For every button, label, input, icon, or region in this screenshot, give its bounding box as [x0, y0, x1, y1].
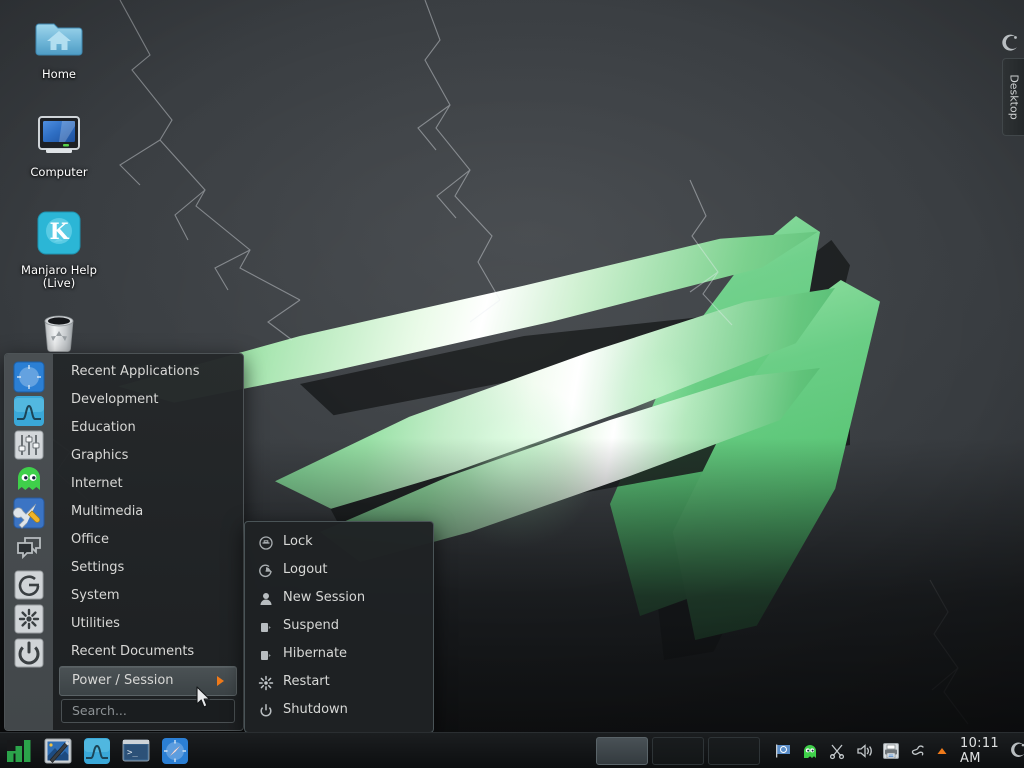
- home-folder-icon: [32, 10, 86, 64]
- menu-item-utilities[interactable]: Utilities: [53, 610, 243, 638]
- power-session-submenu[interactable]: Lock Logout New Session Suspend Hibernat: [244, 521, 434, 733]
- desktop-icon-label: Manjaro Help (Live): [5, 264, 113, 290]
- terminal-launcher[interactable]: >_: [121, 736, 151, 766]
- trash-bin-icon: [32, 304, 86, 358]
- menu-item-graphics[interactable]: Graphics: [53, 442, 243, 470]
- submenu-item-label: Restart: [283, 674, 330, 689]
- menu-item-settings[interactable]: Settings: [53, 554, 243, 582]
- submenu-item-label: Logout: [283, 562, 328, 577]
- printer-icon[interactable]: [882, 742, 900, 760]
- menu-item-education[interactable]: Education: [53, 414, 243, 442]
- submenu-item-suspend[interactable]: Suspend: [245, 612, 433, 640]
- clipboard-scissors-icon[interactable]: [828, 742, 846, 760]
- svg-text:K: K: [49, 219, 69, 245]
- plasma-cashew-icon[interactable]: [1009, 742, 1024, 760]
- web-browser-compass-icon[interactable]: [12, 360, 46, 394]
- menu-item-development[interactable]: Development: [53, 386, 243, 414]
- manjaro-menu-button[interactable]: [4, 736, 34, 766]
- wireshark-launcher[interactable]: [82, 736, 112, 766]
- submenu-item-new-session[interactable]: New Session: [245, 584, 433, 612]
- menu-sidebar-strip[interactable]: [5, 354, 53, 730]
- image-editor-launcher[interactable]: [43, 736, 73, 766]
- keyboard-layout-flag-icon[interactable]: [774, 742, 792, 760]
- desktop-icon-label-line1: Manjaro Help: [21, 263, 97, 277]
- desktop-background[interactable]: Home Computer K Manjaro Help (Live) Desk…: [0, 0, 1024, 768]
- settings-sliders-icon[interactable]: [12, 428, 46, 462]
- task-button[interactable]: [708, 736, 760, 765]
- desktop-icon-home[interactable]: Home: [5, 10, 113, 81]
- wireshark-wave-icon[interactable]: [12, 394, 46, 428]
- desktop-icon-label: Home: [42, 67, 76, 81]
- shutdown-power-icon: [258, 702, 274, 718]
- volume-speaker-icon[interactable]: [855, 742, 873, 760]
- shutdown-icon[interactable]: [12, 636, 46, 670]
- logout-arrow-icon: [258, 562, 274, 578]
- desktop-icon-computer[interactable]: Computer: [5, 108, 113, 179]
- system-tools-wrench-icon[interactable]: [12, 496, 46, 530]
- menu-item-recent-applications[interactable]: Recent Applications: [53, 358, 243, 386]
- hibernate-battery-icon: [258, 646, 274, 662]
- web-browser-launcher[interactable]: [160, 736, 190, 766]
- suspend-battery-icon: [258, 618, 274, 634]
- pacman-ghost-icon[interactable]: [801, 742, 819, 760]
- submenu-item-logout[interactable]: Logout: [245, 556, 433, 584]
- manjaro-help-k-icon: K: [32, 206, 86, 260]
- taskbar-panel[interactable]: >_ 10:11 AM: [0, 732, 1024, 768]
- submenu-item-lock[interactable]: Lock: [245, 528, 433, 556]
- menu-item-power-session-label: Power / Session: [72, 673, 174, 688]
- lock-circle-icon: [258, 534, 274, 550]
- mouse-cursor: [196, 686, 212, 710]
- menu-item-internet[interactable]: Internet: [53, 470, 243, 498]
- pacman-ghost-icon[interactable]: [12, 462, 46, 496]
- submenu-item-label: Lock: [283, 534, 313, 549]
- application-menu[interactable]: Recent Applications Development Educatio…: [4, 353, 244, 731]
- submenu-item-label: Suspend: [283, 618, 340, 633]
- submenu-item-label: New Session: [283, 590, 366, 605]
- task-button-area[interactable]: [596, 736, 760, 765]
- system-tray[interactable]: [774, 742, 948, 760]
- task-button[interactable]: [596, 736, 648, 765]
- desktop-icon-label: Computer: [30, 165, 88, 179]
- submenu-item-shutdown[interactable]: Shutdown: [245, 696, 433, 724]
- computer-monitor-icon: [32, 108, 86, 162]
- logout-icon[interactable]: [12, 568, 46, 602]
- submenu-item-hibernate[interactable]: Hibernate: [245, 640, 433, 668]
- menu-item-office[interactable]: Office: [53, 526, 243, 554]
- desktop-icon-label-line2: (Live): [42, 276, 76, 290]
- submenu-item-label: Hibernate: [283, 646, 348, 661]
- show-hidden-arrow-icon[interactable]: [936, 742, 948, 760]
- menu-item-system[interactable]: System: [53, 582, 243, 610]
- svg-text:>_: >_: [127, 748, 138, 758]
- desktop-icon-trash[interactable]: [5, 304, 113, 358]
- plasma-cashew-icon[interactable]: [1000, 34, 1020, 54]
- menu-item-multimedia[interactable]: Multimedia: [53, 498, 243, 526]
- chat-bubbles-icon[interactable]: [12, 530, 46, 564]
- user-person-icon: [258, 590, 274, 606]
- submenu-item-label: Shutdown: [283, 702, 348, 717]
- menu-item-recent-documents[interactable]: Recent Documents: [53, 638, 243, 666]
- clock[interactable]: 10:11 AM: [960, 736, 999, 766]
- desktop-tab-label: Desktop: [1007, 74, 1020, 120]
- desktop-toolbox-tab[interactable]: Desktop: [1002, 58, 1024, 136]
- desktop-icon-manjaro-help[interactable]: K Manjaro Help (Live): [5, 206, 113, 290]
- restart-icon[interactable]: [12, 602, 46, 636]
- task-button[interactable]: [652, 736, 704, 765]
- submenu-arrow-icon: [217, 676, 224, 686]
- menu-item-list[interactable]: Recent Applications Development Educatio…: [53, 354, 243, 730]
- network-icon[interactable]: [909, 742, 927, 760]
- submenu-item-restart[interactable]: Restart: [245, 668, 433, 696]
- restart-burst-icon: [258, 674, 274, 691]
